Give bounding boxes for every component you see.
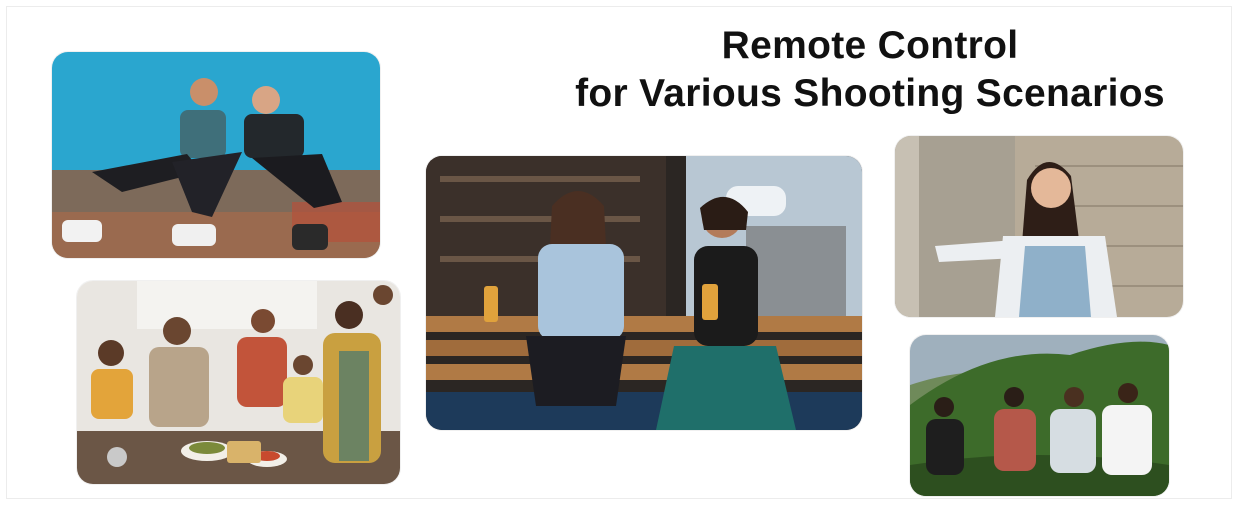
friends-on-hill-image [910,335,1169,496]
rooftop-couple-image [52,52,380,258]
photo-rooftop-couple [52,52,380,258]
title-line-2: for Various Shooting Scenarios [575,72,1165,115]
friends-at-bar-image [426,156,862,430]
page-title: Remote Control for Various Shooting Scen… [520,22,1220,118]
photo-family-cooking [77,281,400,484]
family-cooking-image [77,281,400,484]
photo-friends-at-bar [426,156,862,430]
photo-woman-by-wall [895,136,1183,317]
photo-friends-on-hill [910,335,1169,496]
title-line-1: Remote Control [721,24,1019,67]
woman-by-wall-image [895,136,1183,317]
